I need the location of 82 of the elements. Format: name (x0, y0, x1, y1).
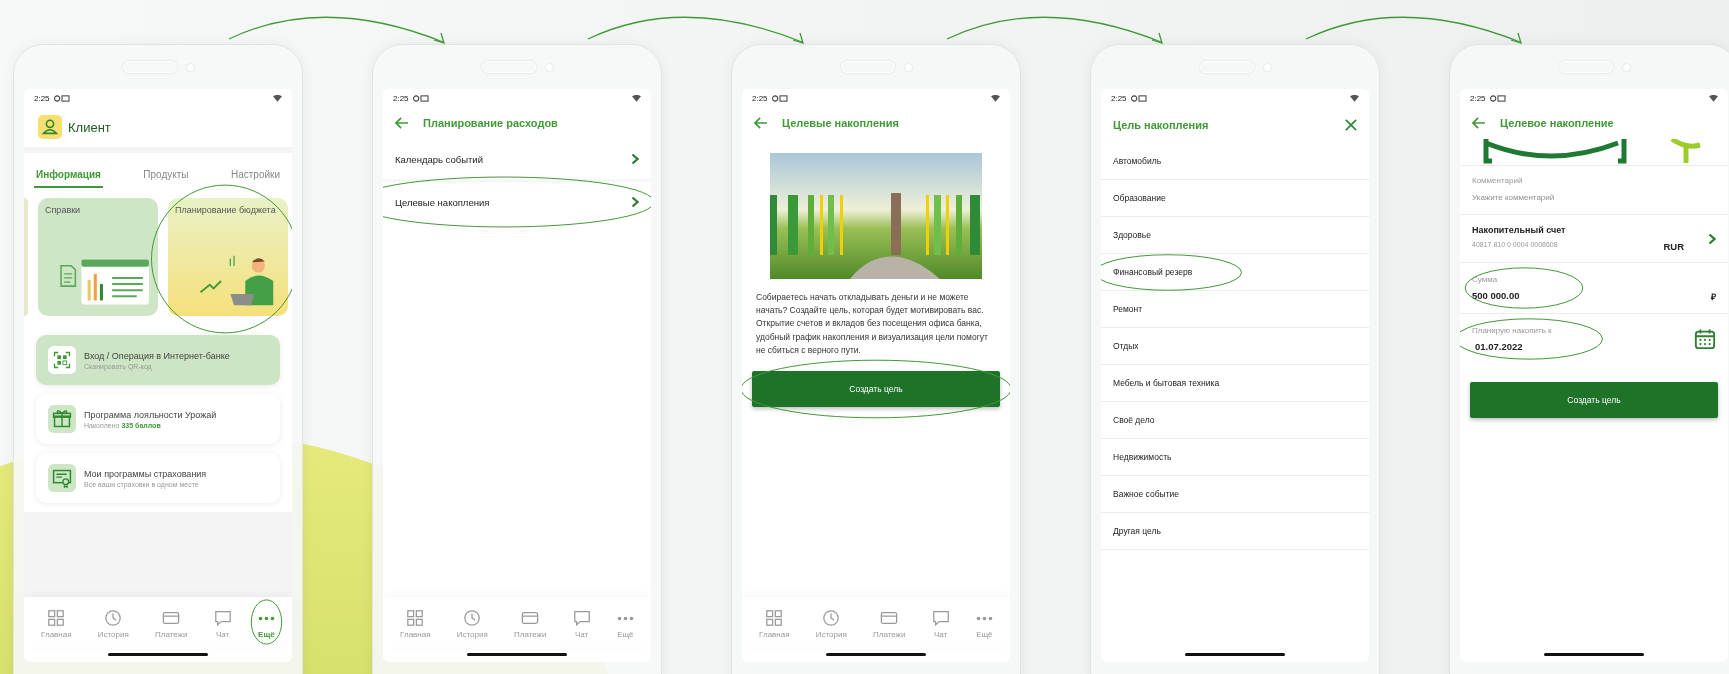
goal-option[interactable]: Образование (1101, 180, 1369, 217)
screen-title: Планирование расходов (423, 117, 558, 129)
goal-option[interactable]: Автомобиль (1101, 143, 1369, 180)
status-time: 2:25 (752, 93, 768, 103)
grid-icon (765, 609, 784, 627)
avatar-icon[interactable] (38, 115, 62, 139)
status-icons (1130, 94, 1147, 102)
chevron-right-icon (631, 196, 639, 208)
goal-option[interactable]: Мебель и бытовая техника (1101, 365, 1369, 402)
feature-tile[interactable]: Планирование бюджета (168, 198, 288, 316)
create-goal-button[interactable]: Создать цель (752, 370, 1000, 407)
more-icon (616, 616, 634, 621)
status-time: 2:25 (34, 93, 50, 103)
grid-icon (47, 609, 66, 627)
create-goal-button[interactable]: Создать цель (1470, 382, 1718, 418)
nav-tab[interactable]: Главная (398, 605, 433, 641)
goal-option[interactable]: Другая цель (1101, 513, 1369, 550)
chat-icon (572, 609, 591, 627)
gift-icon (48, 405, 76, 433)
goal-option[interactable]: Ремонт (1101, 291, 1369, 328)
partial-tile[interactable] (24, 198, 28, 316)
goal-option[interactable]: Отдых (1101, 328, 1369, 365)
card-icon (162, 609, 181, 627)
wifi-icon (1350, 94, 1359, 102)
more-icon (975, 616, 993, 621)
menu-item[interactable]: Целевые накопления (383, 182, 651, 222)
account-title: Накопительный счет (1472, 225, 1567, 235)
wifi-icon (632, 94, 641, 102)
chat-icon (213, 609, 232, 627)
clock-icon (104, 609, 123, 627)
screen-title: Цель накопления (1113, 119, 1209, 131)
grid-icon (406, 609, 425, 627)
screen-title: Целевое накопление (1500, 117, 1614, 129)
status-icons (412, 94, 429, 102)
currency-sign: ₽ (1711, 291, 1716, 303)
clock-icon (463, 609, 482, 627)
back-arrow-icon[interactable] (754, 117, 768, 129)
certificate-icon (48, 464, 76, 492)
nav-tab[interactable]: Чат (929, 605, 952, 641)
back-arrow-icon[interactable] (1472, 117, 1486, 129)
clock-icon (822, 609, 841, 627)
description-text: Собираетесь начать откладывать деньги и не можете начать? Создайте цель, которая будет мотивировать вас. Открытие счетов и вкладов без посещения офиса банка, удобный график накопления и визуализация цели помогут не сбиться с верного пути. (756, 291, 989, 357)
chevron-right-icon (631, 153, 639, 165)
close-icon[interactable] (1345, 119, 1357, 131)
calendar-icon[interactable] (1694, 328, 1716, 350)
wifi-icon (991, 94, 1000, 102)
goal-option[interactable]: Своё дело (1101, 402, 1369, 439)
goal-option[interactable]: Финансовый резерв (1101, 254, 1369, 291)
menu-item[interactable]: Календарь событий (383, 139, 651, 179)
chat-icon (931, 609, 950, 627)
card-title: Программа лояльности Урожай (84, 409, 217, 420)
account-currency: RUR (1663, 241, 1684, 252)
goal-option[interactable]: Важное событие (1101, 476, 1369, 513)
chevron-right-icon (1708, 232, 1716, 245)
card-title: Мои программы страхования (84, 468, 207, 479)
wifi-icon (1709, 94, 1718, 102)
nav-tab[interactable]: Главная (39, 605, 74, 641)
status-time: 2:25 (1470, 93, 1486, 103)
qr-code-icon (48, 346, 76, 374)
status-icons (1489, 94, 1506, 102)
highlight-ellipse (250, 599, 282, 645)
wifi-icon (273, 94, 282, 102)
card-title: Вход / Операция в Интернет-банке (84, 350, 230, 361)
user-name: Клиент (68, 119, 111, 135)
card-icon (880, 609, 899, 627)
field-label: Комментарий (1472, 176, 1524, 185)
status-icons (771, 94, 788, 102)
tab[interactable]: Настройки (228, 163, 282, 188)
nav-tab[interactable]: Главная (757, 605, 792, 641)
goal-option[interactable]: Здоровье (1101, 217, 1369, 254)
screen-title: Целевые накопления (782, 117, 899, 129)
card-icon (521, 609, 540, 627)
back-arrow-icon[interactable] (395, 117, 409, 129)
status-time: 2:25 (1111, 93, 1127, 103)
more-icon (257, 616, 275, 621)
feature-tile[interactable]: Справки (38, 198, 158, 316)
nav-tab[interactable]: Чат (211, 605, 234, 641)
tab[interactable]: Продукты (141, 163, 191, 188)
goal-option[interactable]: Недвижимость (1101, 439, 1369, 476)
nav-tab[interactable]: Чат (570, 605, 593, 641)
status-time: 2:25 (393, 93, 409, 103)
status-icons (53, 94, 70, 102)
